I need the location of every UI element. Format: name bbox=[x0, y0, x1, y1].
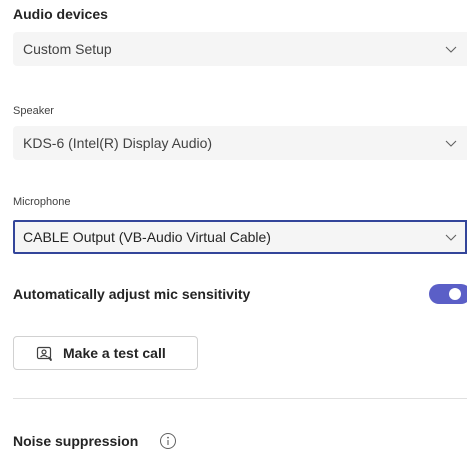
speaker-selected-value: KDS-6 (Intel(R) Display Audio) bbox=[23, 135, 213, 151]
microphone-label: Microphone bbox=[13, 196, 71, 208]
device-settings-panel: Audio devices Custom Setup Speaker KDS-6… bbox=[0, 0, 467, 455]
audio-devices-selected-value: Custom Setup bbox=[23, 41, 112, 57]
microphone-dropdown[interactable]: CABLE Output (VB-Audio Virtual Cable) bbox=[13, 220, 467, 254]
audio-devices-title: Audio devices bbox=[13, 6, 108, 22]
mic-sensitivity-label: Automatically adjust mic sensitivity bbox=[13, 286, 251, 302]
chevron-down-icon bbox=[445, 140, 457, 147]
toggle-knob bbox=[449, 288, 461, 300]
mic-sensitivity-toggle[interactable] bbox=[429, 284, 467, 304]
speaker-dropdown[interactable]: KDS-6 (Intel(R) Display Audio) bbox=[13, 126, 467, 160]
info-icon[interactable] bbox=[159, 432, 177, 450]
audio-devices-dropdown[interactable]: Custom Setup bbox=[13, 32, 467, 66]
chevron-down-icon bbox=[445, 46, 457, 53]
test-call-icon bbox=[36, 346, 52, 361]
section-divider bbox=[13, 398, 467, 399]
make-test-call-label: Make a test call bbox=[63, 345, 166, 361]
microphone-selected-value: CABLE Output (VB-Audio Virtual Cable) bbox=[23, 229, 271, 245]
speaker-label: Speaker bbox=[13, 105, 54, 117]
make-test-call-button[interactable]: Make a test call bbox=[13, 336, 198, 370]
noise-suppression-label: Noise suppression bbox=[13, 433, 139, 449]
chevron-down-icon bbox=[445, 234, 457, 241]
